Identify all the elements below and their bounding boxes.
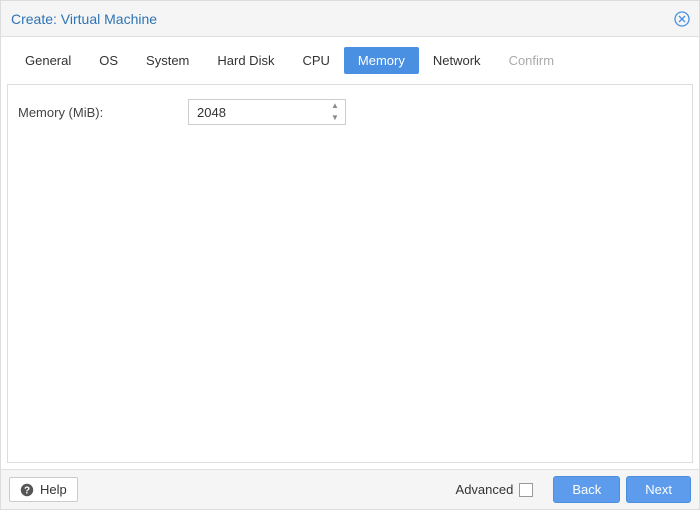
close-button[interactable] — [673, 10, 691, 28]
next-button[interactable]: Next — [626, 476, 691, 503]
tab-confirm: Confirm — [495, 47, 569, 74]
memory-input[interactable] — [188, 99, 346, 125]
tab-os[interactable]: OS — [85, 47, 132, 74]
memory-spinner: ▲ ▼ — [188, 99, 346, 125]
content-panel: Memory (MiB): ▲ ▼ — [7, 84, 693, 463]
back-button[interactable]: Back — [553, 476, 620, 503]
memory-row: Memory (MiB): ▲ ▼ — [18, 99, 682, 125]
svg-text:?: ? — [24, 485, 30, 496]
close-icon — [674, 11, 690, 27]
advanced-label: Advanced — [456, 482, 514, 497]
tab-strip: General OS System Hard Disk CPU Memory N… — [1, 37, 699, 84]
spinner-down-icon[interactable]: ▼ — [328, 113, 342, 124]
tab-memory[interactable]: Memory — [344, 47, 419, 74]
advanced-checkbox[interactable] — [519, 483, 533, 497]
wizard-window: Create: Virtual Machine General OS Syste… — [0, 0, 700, 510]
titlebar: Create: Virtual Machine — [1, 1, 699, 37]
footer-bar: ? Help Advanced Back Next — [1, 469, 699, 509]
tab-general[interactable]: General — [11, 47, 85, 74]
help-icon: ? — [20, 483, 34, 497]
window-title: Create: Virtual Machine — [11, 11, 157, 27]
memory-label: Memory (MiB): — [18, 105, 188, 120]
tab-cpu[interactable]: CPU — [288, 47, 343, 74]
spinner-buttons: ▲ ▼ — [328, 101, 342, 123]
tab-harddisk[interactable]: Hard Disk — [203, 47, 288, 74]
tab-network[interactable]: Network — [419, 47, 495, 74]
help-label: Help — [40, 482, 67, 497]
spinner-up-icon[interactable]: ▲ — [328, 101, 342, 112]
help-button[interactable]: ? Help — [9, 477, 78, 502]
tab-system[interactable]: System — [132, 47, 203, 74]
